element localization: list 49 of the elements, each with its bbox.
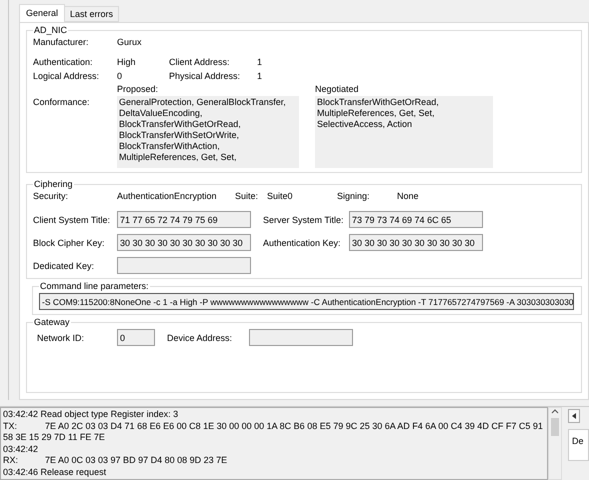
- input-field[interactable]: 73 79 73 74 69 74 6C 65: [349, 211, 483, 228]
- input-field[interactable]: [117, 257, 251, 274]
- input-field[interactable]: -S COM9:115200:8NoneOne -c 1 -a High -P wwwwwwwwwwwwwwww -C AuthenticationEncryption -T 7177657274797569 -A 303030303030: [39, 293, 574, 310]
- field-label: Server System Title:: [263, 214, 345, 224]
- field-value: None: [397, 191, 420, 201]
- scroll-thumb[interactable]: [551, 418, 559, 436]
- field-label: Block Cipher Key:: [33, 238, 106, 248]
- negotiated-conformance: BlockTransferWithGetOrRead, MultipleReferences, Get, Set, SelectiveAccess, Action: [315, 96, 493, 168]
- column-label: Proposed:: [117, 84, 158, 94]
- field-value: 1: [257, 57, 264, 67]
- group-title: Command line parameters:: [39, 281, 150, 291]
- side-text: De: [568, 429, 589, 461]
- field-value: 0: [117, 71, 124, 81]
- group-title: Gateway: [33, 317, 71, 327]
- field-value: High: [117, 57, 137, 67]
- field-label: Authentication Key:: [263, 238, 342, 248]
- scroll-left-button[interactable]: [568, 409, 580, 423]
- field-label: Authentication:: [33, 57, 94, 67]
- input-field[interactable]: 71 77 65 72 74 79 75 69: [117, 211, 251, 228]
- input-field[interactable]: 0: [117, 329, 155, 346]
- field-value: AuthenticationEncryption: [117, 191, 218, 201]
- scroll-up-icon: [551, 408, 559, 414]
- group-title: Ciphering: [33, 179, 74, 189]
- left-arrow-icon: [572, 413, 576, 419]
- field-label: Network ID:: [37, 332, 86, 342]
- field-label: Conformance:: [33, 97, 91, 107]
- proposed-conformance: GeneralProtection, GeneralBlockTransfer, DeltaValueEncoding, BlockTransferWithGetOrRead, BlockTransferWithSetOrWrite, BlockTransferWithAction, MultipleReferences, Get, Set,: [117, 96, 299, 168]
- column-label: Negotiated: [315, 84, 359, 94]
- field-label: Security:: [33, 191, 70, 201]
- scrollbar[interactable]: [548, 407, 562, 480]
- field-value: 1: [257, 71, 264, 81]
- field-label: Client Address:: [169, 57, 231, 67]
- field-label: Dedicated Key:: [33, 260, 96, 270]
- tab[interactable]: General: [19, 4, 66, 22]
- input-field[interactable]: 30 30 30 30 30 30 30 30 30 30: [349, 234, 483, 251]
- field-label: Client System Title:: [33, 214, 112, 224]
- field-value: Signing:: [337, 191, 371, 201]
- field-label: Manufacturer:: [33, 37, 90, 47]
- field-label: Suite:: [235, 191, 260, 201]
- log-text: 03:42:42 Read object type Register index: 3 TX: 7E A0 2C 03 03 D4 71 68 E6 E6 00 C8 1E 30 00 00 00 1A 8C B6 08 E5 79 9C 25 30 6A AD F4 6A 00 C4 39 4D CF F7 C5 91 58 3E 15 29 7D 11 FE 7E 03:42:42 RX: 7E A0 0C 03 03 97 BD 97 D4 80 08 9D 23 7E 03:42:46 Release request: [0, 407, 548, 480]
- field-label: Physical Address:: [169, 71, 242, 81]
- group-title: AD_NIC: [33, 25, 68, 35]
- field-value: Gurux: [117, 37, 143, 47]
- input-field[interactable]: 30 30 30 30 30 30 30 30 30 30: [117, 234, 251, 251]
- input-field[interactable]: [249, 329, 353, 346]
- field-label: Logical Address:: [33, 71, 100, 81]
- field-value: Suite0: [267, 191, 294, 201]
- tab[interactable]: Last errors: [64, 6, 120, 22]
- field-label: Device Address:: [167, 332, 234, 342]
